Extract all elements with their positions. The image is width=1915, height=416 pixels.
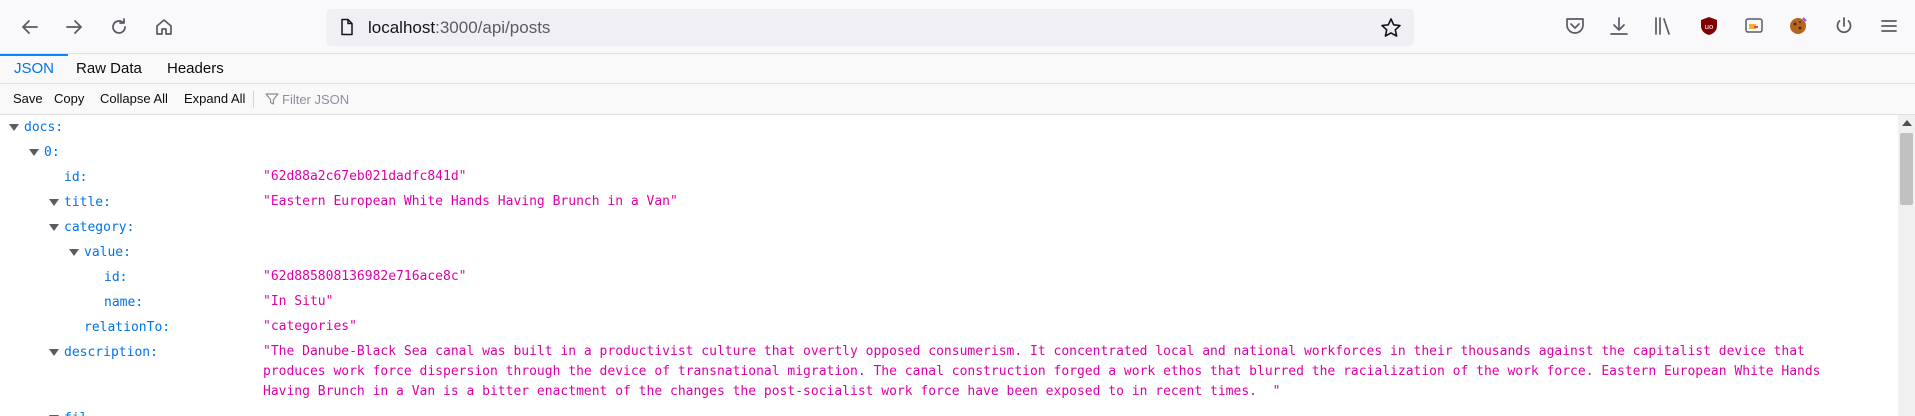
json-toolbar: Save Copy Collapse All Expand All bbox=[0, 84, 1915, 115]
url-host: localhost bbox=[368, 18, 436, 37]
json-tree: docs: 0: id: "62d88a2c67eb021dadfc841d" … bbox=[0, 115, 1898, 416]
json-value: "The Danube-Black Sea canal was built in… bbox=[263, 344, 1829, 399]
svg-text:uo: uo bbox=[1705, 23, 1714, 31]
expand-triangle-icon[interactable] bbox=[9, 124, 19, 131]
save-button[interactable]: Save bbox=[13, 84, 43, 114]
extension-window-icon[interactable] bbox=[1742, 14, 1766, 38]
filter-icon bbox=[265, 93, 279, 105]
tree-row-item-0[interactable]: 0: bbox=[0, 140, 1898, 165]
copy-button[interactable]: Copy bbox=[54, 84, 84, 114]
json-value: "In Situ" bbox=[263, 294, 334, 309]
json-key: docs: bbox=[24, 120, 64, 135]
tab-raw-data[interactable]: Raw Data bbox=[62, 54, 156, 84]
menu-hamburger-icon[interactable] bbox=[1877, 14, 1901, 38]
forward-button[interactable] bbox=[58, 11, 90, 43]
tree-row-docs[interactable]: docs: bbox=[0, 115, 1898, 140]
url-path: :3000/api/posts bbox=[435, 18, 551, 37]
url-bar[interactable]: localhost:3000/api/posts bbox=[326, 9, 1414, 46]
json-value: "62d885808136982e716ace8c" bbox=[263, 269, 467, 284]
expand-triangle-icon[interactable] bbox=[49, 224, 59, 231]
json-value: "categories" bbox=[263, 319, 357, 334]
reload-button[interactable] bbox=[103, 11, 135, 43]
expand-all-button[interactable]: Expand All bbox=[184, 84, 245, 114]
json-key: id: bbox=[64, 170, 88, 185]
toolbar-divider bbox=[253, 91, 254, 108]
json-key: name: bbox=[104, 295, 144, 310]
tree-row-category[interactable]: category: bbox=[0, 215, 1898, 240]
json-key: id: bbox=[104, 270, 128, 285]
collapse-all-button[interactable]: Collapse All bbox=[100, 84, 168, 114]
json-viewer-tabs: JSON Raw Data Headers bbox=[0, 54, 1915, 84]
ublock-shield-icon[interactable]: uo bbox=[1697, 14, 1721, 38]
tab-headers[interactable]: Headers bbox=[153, 54, 238, 84]
json-key: relationTo: bbox=[84, 320, 171, 335]
tree-row-category-id[interactable]: id: "62d885808136982e716ace8c" bbox=[0, 265, 1898, 290]
url-text: localhost:3000/api/posts bbox=[368, 18, 550, 38]
reload-icon bbox=[112, 18, 126, 34]
tab-json[interactable]: JSON bbox=[0, 54, 69, 84]
expand-triangle-icon[interactable] bbox=[29, 149, 39, 156]
json-key: 0: bbox=[44, 145, 60, 160]
scrollbar-thumb[interactable] bbox=[1900, 133, 1913, 205]
json-key: value: bbox=[84, 245, 131, 260]
arrow-left-icon bbox=[22, 20, 38, 34]
expand-triangle-icon[interactable] bbox=[49, 349, 59, 356]
tree-row-next[interactable]: fil bbox=[0, 406, 1898, 416]
json-value: "62d88a2c67eb021dadfc841d" bbox=[263, 169, 467, 184]
bookmark-star-icon[interactable] bbox=[1380, 17, 1402, 39]
tree-row-relation-to[interactable]: relationTo: "categories" bbox=[0, 315, 1898, 340]
browser-toolbar: localhost:3000/api/posts uo bbox=[0, 0, 1915, 54]
scroll-up-arrow-icon[interactable] bbox=[1902, 120, 1912, 126]
power-icon[interactable] bbox=[1832, 14, 1856, 38]
home-button[interactable] bbox=[148, 11, 180, 43]
back-button[interactable] bbox=[14, 11, 46, 43]
expand-triangle-icon[interactable] bbox=[49, 199, 59, 206]
tree-row-id[interactable]: id: "62d88a2c67eb021dadfc841d" bbox=[0, 165, 1898, 190]
expand-triangle-icon[interactable] bbox=[69, 249, 79, 256]
filter-json-input[interactable] bbox=[282, 89, 682, 109]
json-key: title: bbox=[64, 195, 111, 210]
tree-row-description[interactable]: description: "The Danube-Black Sea canal… bbox=[0, 340, 1898, 406]
cookie-icon[interactable] bbox=[1786, 14, 1810, 38]
tree-row-value[interactable]: value: bbox=[0, 240, 1898, 265]
arrow-right-icon bbox=[66, 20, 82, 34]
library-icon[interactable] bbox=[1651, 14, 1675, 38]
home-icon bbox=[156, 19, 172, 35]
downloads-icon[interactable] bbox=[1607, 14, 1631, 38]
pocket-icon[interactable] bbox=[1563, 14, 1587, 38]
json-key: category: bbox=[64, 220, 135, 235]
json-key: fil bbox=[64, 406, 87, 416]
json-key: description: bbox=[64, 345, 158, 360]
page-icon bbox=[341, 18, 353, 36]
tree-row-name[interactable]: name: "In Situ" bbox=[0, 290, 1898, 315]
tree-row-title[interactable]: title: "Eastern European White Hands Hav… bbox=[0, 190, 1898, 215]
json-value: "Eastern European White Hands Having Bru… bbox=[263, 194, 678, 209]
